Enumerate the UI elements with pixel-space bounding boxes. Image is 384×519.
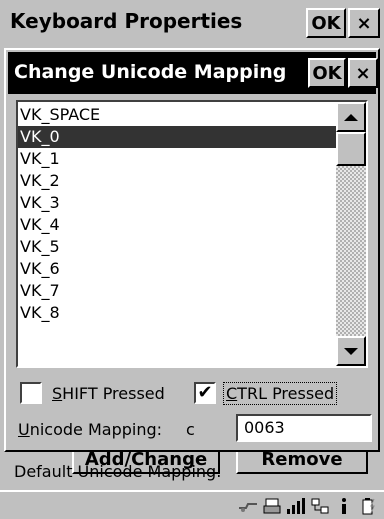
background-window-titlebar: Keyboard Properties OK × — [0, 0, 384, 44]
shift-pressed-label: SHIFT Pressed — [52, 383, 165, 403]
list-scrollbar[interactable] — [336, 102, 366, 366]
dialog-ok-button[interactable]: OK — [308, 58, 346, 88]
unicode-mapping-input[interactable]: 0063 — [236, 414, 372, 442]
list-item[interactable]: VK_SPACE — [18, 104, 338, 126]
ctrl-pressed-label: CTRL Pressed — [222, 381, 338, 405]
key-list: VK_SPACE VK_0 VK_1 VK_2 VK_3 VK_4 VK_5 V… — [18, 104, 338, 324]
unicode-mapping-label: Unicode Mapping: — [18, 420, 163, 439]
shift-pressed-checkbox[interactable]: SHIFT Pressed — [20, 380, 167, 406]
battery-icon[interactable] — [358, 496, 378, 516]
background-ok-button[interactable]: OK — [306, 8, 346, 38]
background-window-title: Keyboard Properties — [10, 9, 243, 33]
shift-checkbox-box[interactable] — [20, 382, 42, 404]
dialog-titlebar: Change Unicode Mapping OK × — [8, 52, 378, 94]
printer-icon[interactable] — [262, 496, 282, 516]
list-item[interactable]: VK_1 — [18, 148, 338, 170]
list-item-selected[interactable]: VK_0 — [18, 126, 338, 148]
default-unicode-mapping-label: Default Unicode Mapping: — [14, 462, 222, 481]
dialog-close-button[interactable]: × — [348, 58, 378, 88]
taskbar — [0, 490, 384, 519]
list-item[interactable]: VK_3 — [18, 192, 338, 214]
list-item[interactable]: VK_2 — [18, 170, 338, 192]
scroll-thumb[interactable] — [336, 132, 366, 166]
list-item[interactable]: VK_8 — [18, 302, 338, 324]
dialog-title: Change Unicode Mapping — [14, 61, 287, 83]
arrow-up-icon — [344, 113, 358, 121]
connectivity-icon[interactable] — [238, 496, 258, 516]
list-item[interactable]: VK_4 — [18, 214, 338, 236]
signal-strength-icon[interactable] — [286, 496, 306, 516]
scroll-up-button[interactable] — [336, 102, 366, 132]
network-icon[interactable] — [310, 496, 330, 516]
change-unicode-mapping-dialog: Change Unicode Mapping OK × VK_SPACE VK_… — [4, 48, 380, 481]
list-item[interactable]: VK_6 — [18, 258, 338, 280]
ctrl-pressed-checkbox[interactable]: ✔ CTRL Pressed — [194, 380, 338, 406]
background-close-button[interactable]: × — [348, 8, 380, 38]
checkmark-icon: ✔ — [197, 382, 213, 403]
info-icon[interactable] — [334, 496, 354, 516]
list-item[interactable]: VK_5 — [18, 236, 338, 258]
key-listbox[interactable]: VK_SPACE VK_0 VK_1 VK_2 VK_3 VK_4 VK_5 V… — [16, 100, 368, 368]
list-item[interactable]: VK_7 — [18, 280, 338, 302]
system-tray — [238, 495, 378, 517]
unicode-char: c — [186, 420, 195, 439]
scroll-down-button[interactable] — [336, 336, 366, 366]
arrow-down-icon — [344, 347, 358, 355]
ctrl-checkbox-box[interactable]: ✔ — [194, 382, 216, 404]
